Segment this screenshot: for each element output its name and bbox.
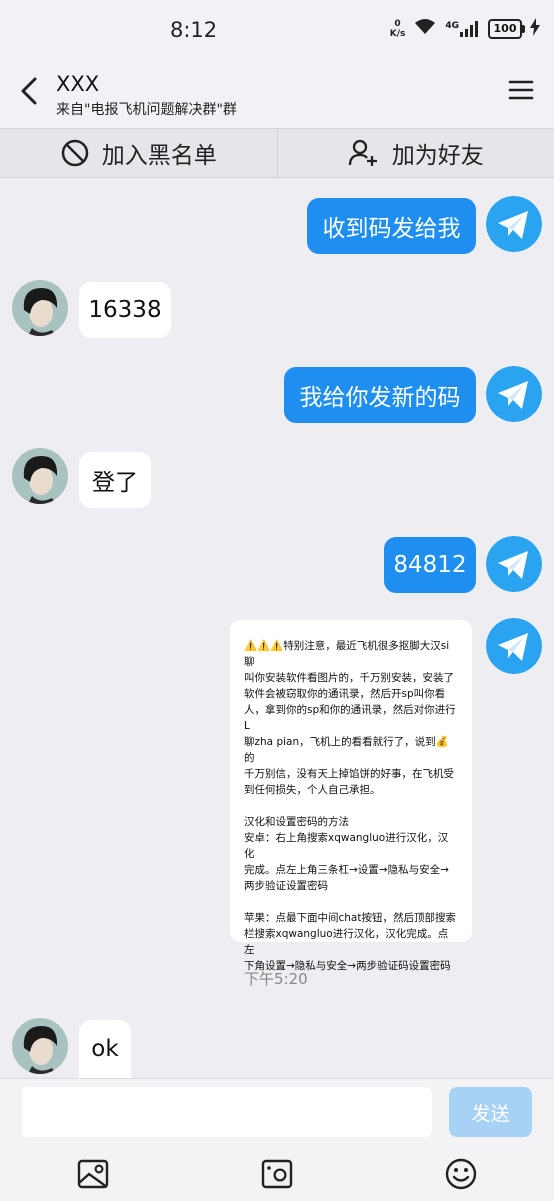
image-icon [76, 1157, 110, 1191]
camera-icon [260, 1157, 294, 1191]
block-button[interactable]: 加入黑名单 [0, 129, 277, 177]
menu-button[interactable] [508, 78, 538, 108]
wifi-icon [413, 18, 437, 40]
add-friend-icon [348, 138, 380, 168]
block-label: 加入黑名单 [102, 136, 217, 170]
net-speed-value: 0 [390, 19, 406, 29]
emoji-button[interactable] [444, 1157, 478, 1191]
image-text-line: 软件会被窃取你的通讯录，然后开sp叫你看 [244, 686, 458, 702]
battery-level: 100 [494, 22, 517, 35]
image-text-gap [244, 894, 458, 910]
back-button[interactable] [12, 74, 46, 108]
message-bubble-outgoing[interactable]: 84812 [384, 537, 476, 593]
image-text-line: 栏搜索xqwangluo进行汉化，汉化完成。点左 [244, 926, 458, 958]
chat-source: 来自"电报飞机问题解决群"群 [56, 99, 237, 119]
add-friend-label: 加为好友 [392, 136, 484, 170]
chat-name: XXX [56, 72, 99, 96]
image-text-line: 完成。点左上角三条杠→设置→隐私与安全→ [244, 862, 458, 878]
image-message[interactable]: ⚠️⚠️⚠️特别注意，最近飞机很多抠脚大汉si聊叫你安装软件看图片的，千万别安装… [230, 620, 472, 942]
emoji-icon [444, 1157, 478, 1191]
network-type: 4G [445, 21, 459, 31]
image-text-line: 苹果：点最下面中间chat按钮，然后顶部搜索 [244, 910, 458, 926]
signal-icon: 4G [445, 21, 480, 37]
add-friend-button[interactable]: 加为好友 [278, 129, 554, 177]
message-bubble-outgoing[interactable]: 我给你发新的码 [284, 367, 476, 423]
camera-button[interactable] [260, 1157, 294, 1191]
charging-icon [530, 18, 540, 40]
action-bar: 加入黑名单 加为好友 [0, 128, 554, 178]
image-button[interactable] [76, 1157, 110, 1191]
telegram-plane-icon[interactable] [486, 196, 542, 252]
send-button[interactable]: 发送 [449, 1087, 532, 1137]
image-text-line: ⚠️⚠️⚠️特别注意，最近飞机很多抠脚大汉si聊 [244, 638, 458, 670]
telegram-plane-icon[interactable] [486, 618, 542, 674]
image-text-line: 安卓：右上角搜索xqwangluo进行汉化，汉化 [244, 830, 458, 862]
image-text-line: 千万别信，没有天上掉馅饼的好事，在飞机受 [244, 766, 458, 782]
chat-header: XXX 来自"电报飞机问题解决群"群 [0, 62, 554, 128]
message-bubble-outgoing[interactable]: 收到码发给我 [307, 198, 476, 254]
menu-icon [508, 78, 534, 102]
image-text-line: 到任何损失，个人自己承担。 [244, 782, 458, 798]
avatar[interactable] [12, 1018, 68, 1074]
status-bar: 8:12 0 K/s 4G 100 [0, 0, 554, 62]
message-bubble-incoming[interactable]: 16338 [79, 282, 171, 338]
image-text-line: 汉化和设置密码的方法 [244, 814, 458, 830]
block-icon [60, 138, 90, 168]
image-text-line: 人，拿到你的sp和你的通讯录，然后对你进行L [244, 702, 458, 734]
avatar[interactable] [12, 448, 68, 504]
status-time: 8:12 [170, 18, 217, 42]
image-text-line: 两步验证设置密码 [244, 878, 458, 894]
net-speed: 0 K/s [390, 19, 406, 39]
image-text-line: 聊zha pian，飞机上的看看就行了，说到💰的 [244, 734, 458, 766]
timestamp: 下午5:20 [244, 968, 308, 989]
battery-icon: 100 [488, 19, 522, 39]
message-bubble-incoming[interactable]: 登了 [79, 452, 151, 508]
message-bubble-incoming[interactable]: ok [79, 1020, 131, 1078]
avatar[interactable] [12, 280, 68, 336]
image-text-gap [244, 798, 458, 814]
telegram-plane-icon[interactable] [486, 536, 542, 592]
input-bar: 发送 [0, 1078, 554, 1201]
telegram-plane-icon[interactable] [486, 366, 542, 422]
message-input[interactable] [22, 1087, 432, 1137]
image-text-line: 叫你安装软件看图片的，千万别安装，安装了 [244, 670, 458, 686]
net-speed-unit: K/s [390, 29, 406, 39]
status-icons: 0 K/s 4G 100 [390, 18, 540, 40]
back-arrow-icon [18, 76, 40, 106]
